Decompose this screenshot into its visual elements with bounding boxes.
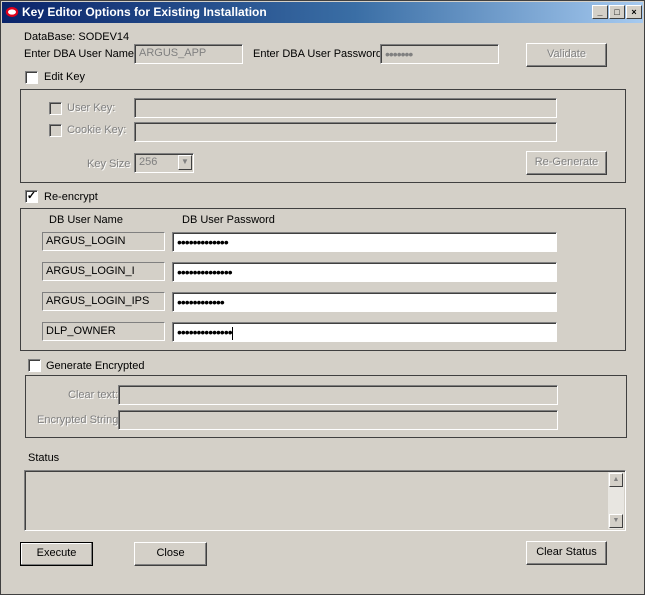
db-user-password-1[interactable]: ••••••••••••• [172, 232, 557, 252]
cookie-key-checkbox[interactable] [49, 124, 62, 137]
db-user-name-1: ARGUS_LOGIN [42, 232, 165, 251]
reencrypt-group: DB User Name DB User Password ARGUS_LOGI… [20, 208, 626, 351]
dba-user-label: Enter DBA User Name: [24, 48, 138, 60]
title-bar[interactable]: Key Editor Options for Existing Installa… [2, 2, 643, 23]
db-user-name-2: ARGUS_LOGIN_I [42, 262, 165, 281]
db-user-name-3: ARGUS_LOGIN_IPS [42, 292, 165, 311]
execute-button[interactable]: Execute [20, 542, 93, 566]
db-user-password-2[interactable]: •••••••••••••• [172, 262, 557, 282]
close-button[interactable]: Close [134, 542, 207, 566]
encrypted-string-label: Encrypted String: [37, 414, 122, 426]
user-key-label: User Key: [67, 102, 116, 114]
db-user-password-3[interactable]: •••••••••••• [172, 292, 557, 312]
chevron-down-icon[interactable]: ▼ [178, 155, 192, 170]
key-size-value: 256 [139, 156, 158, 168]
status-scrollbar[interactable]: ▲ ▼ [608, 472, 624, 529]
edit-key-label: Edit Key [44, 71, 85, 83]
scroll-up-icon[interactable]: ▲ [609, 473, 623, 487]
regenerate-button[interactable]: Re-Generate [526, 151, 607, 175]
restore-button[interactable]: □ [609, 5, 625, 19]
edit-key-group: User Key: Cookie Key: Key Size 256 ▼ Re-… [20, 89, 626, 183]
generate-encrypted-group: Clear text: Encrypted String: [25, 375, 627, 438]
key-editor-window: Key Editor Options for Existing Installa… [0, 0, 645, 595]
reencrypt-checkbox[interactable]: ✓ [25, 190, 38, 203]
db-user-name-4: DLP_OWNER [42, 322, 165, 341]
window-title: Key Editor Options for Existing Installa… [22, 5, 267, 19]
edit-key-checkbox[interactable] [25, 71, 38, 84]
user-key-field[interactable] [134, 98, 557, 118]
key-size-label: Key Size [87, 158, 131, 170]
cookie-key-field[interactable] [134, 122, 557, 142]
validate-button[interactable]: Validate [526, 43, 607, 67]
dba-password-label: Enter DBA User Password: [253, 48, 386, 60]
clear-text-label: Clear text: [68, 389, 119, 401]
minimize-button[interactable]: _ [592, 5, 608, 19]
reencrypt-label: Re-encrypt [44, 191, 98, 203]
scroll-down-icon[interactable]: ▼ [609, 514, 623, 528]
db-user-password-4-value: •••••••••••••• [177, 324, 233, 340]
dba-password-field[interactable]: ••••••• [380, 44, 499, 64]
status-label: Status [28, 452, 60, 464]
clear-status-button[interactable]: Clear Status [526, 541, 607, 565]
col-db-user-password: DB User Password [182, 214, 275, 226]
close-window-button[interactable]: × [626, 5, 642, 19]
oracle-logo-icon [5, 7, 19, 17]
generate-encrypted-label: Generate Encrypted [46, 360, 145, 372]
generate-encrypted-checkbox[interactable] [28, 359, 41, 372]
text-cursor [231, 326, 233, 340]
database-label: DataBase: SODEV14 [24, 31, 130, 43]
status-textarea[interactable]: ▲ ▼ [24, 470, 626, 531]
encrypted-string-field[interactable] [118, 410, 558, 430]
col-db-user-name: DB User Name [49, 214, 123, 226]
dba-user-field[interactable]: ARGUS_APP [134, 44, 243, 64]
key-size-select[interactable]: 256 ▼ [134, 153, 194, 173]
db-user-password-4[interactable]: •••••••••••••• [172, 322, 557, 342]
cookie-key-label: Cookie Key: [67, 124, 127, 136]
user-key-checkbox[interactable] [49, 102, 62, 115]
clear-text-field[interactable] [118, 385, 558, 405]
